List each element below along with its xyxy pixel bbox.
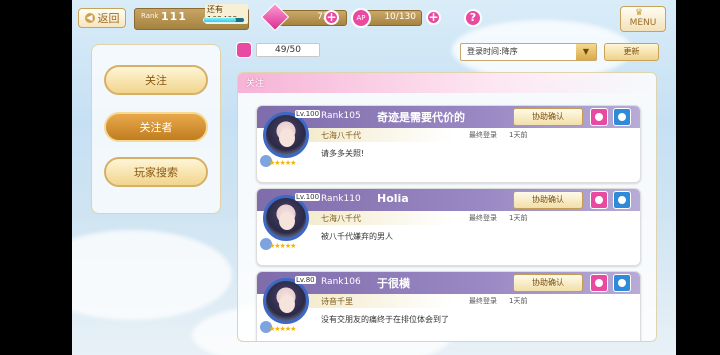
chevron-down-icon: ▼ [576, 44, 596, 60]
exp-bar-fill [204, 18, 236, 22]
avatar [263, 195, 309, 241]
player-rank: Rank106 [321, 277, 361, 287]
sidebar-item-player-search[interactable]: 玩家搜索 [104, 157, 208, 187]
back-arrow-icon: ◀ [84, 13, 95, 23]
block-icon[interactable] [613, 274, 631, 292]
level-label: Lv.100 [295, 193, 321, 201]
help-button[interactable]: ? [464, 9, 482, 27]
menu-button[interactable]: ♛ MENU [620, 6, 666, 32]
block-icon[interactable] [613, 191, 631, 209]
last-login-label: 最终登录 [469, 131, 497, 139]
game-screen: ◀ 返回 Rank 111 还有102495 7271 + AP 10/130 … [72, 0, 676, 355]
player-comment: 请多多关照! [321, 149, 365, 158]
gem-icon [260, 2, 290, 32]
player-card[interactable]: Lv.100 ★★★★★ Rank110 Holia 七海八千代 最终登录 1天… [256, 188, 641, 266]
rank-bar: Rank 111 还有102495 [134, 4, 249, 30]
add-ap-button[interactable]: + [426, 10, 441, 25]
level-label: Lv.100 [295, 110, 321, 118]
avatar-face [279, 212, 295, 230]
rank-value: 111 [161, 10, 187, 23]
ap-value: 10/130 [384, 12, 416, 22]
back-button[interactable]: ◀ 返回 [78, 8, 126, 28]
ap-counter: AP 10/130 [351, 8, 422, 28]
background-cloud [72, 230, 232, 320]
sort-dropdown[interactable]: 登录时间:降序 ▼ [460, 43, 597, 61]
assist-confirm-button[interactable]: 协助确认 [513, 191, 583, 209]
sort-label: 登录时间:降序 [467, 47, 518, 56]
follow-count-value: 49/50 [256, 43, 320, 57]
last-login-value: 1天前 [509, 131, 528, 139]
assist-confirm-button[interactable]: 协助确认 [513, 108, 583, 126]
last-login-label: 最终登录 [469, 297, 497, 305]
player-rank: Rank105 [321, 111, 361, 121]
player-rank: Rank110 [321, 194, 361, 204]
last-login-value: 1天前 [509, 214, 528, 222]
sidebar-item-label: 关注者 [139, 121, 173, 134]
level-label: Lv.80 [295, 276, 316, 284]
player-supporter: 七海八千代 [321, 214, 361, 223]
player-name: Holia [377, 192, 409, 205]
unfollow-icon[interactable] [590, 108, 608, 126]
rank-label: Rank [141, 12, 159, 20]
back-label: 返回 [97, 12, 120, 25]
sidebar: 关注 关注者 玩家搜索 [91, 44, 221, 214]
avatar-face [279, 129, 295, 147]
unfollow-icon[interactable] [590, 274, 608, 292]
player-name: 奇迹是需要代价的 [377, 111, 465, 124]
sidebar-item-label: 玩家搜索 [134, 166, 178, 179]
sidebar-item-followers[interactable]: 关注者 [104, 112, 208, 142]
add-gems-button[interactable]: + [324, 10, 339, 25]
ap-icon: AP [351, 8, 371, 28]
player-card[interactable]: Lv.80 ★★★★★ Rank106 于很横 诗音千里 最终登录 1天前 没有… [256, 271, 641, 341]
assist-confirm-button[interactable]: 协助确认 [513, 274, 583, 292]
list-header: 关注 [238, 73, 656, 93]
avatar-face [279, 295, 295, 313]
player-supporter: 诗音千里 [321, 297, 353, 306]
player-comment: 被八千代嫌弃的男人 [321, 232, 393, 241]
sidebar-item-follow[interactable]: 关注 [104, 65, 208, 95]
block-icon[interactable] [613, 108, 631, 126]
star-rating-icon: ★★★★★ [269, 242, 296, 250]
last-login-value: 1天前 [509, 297, 528, 305]
person-icon [236, 42, 252, 58]
player-comment: 没有交朋友的痛终于在排位体会到了 [321, 315, 449, 324]
refresh-button[interactable]: 更新 [604, 43, 659, 61]
crown-icon: ♛ [635, 8, 644, 18]
player-card[interactable]: Lv.100 ★★★★★ Rank105 奇迹是需要代价的 七海八千代 最终登录… [256, 105, 641, 183]
follow-list-panel: 关注 Lv.100 ★★★★★ Rank105 奇迹是需要代价的 七海八千代 最… [237, 72, 657, 342]
star-rating-icon: ★★★★★ [269, 159, 296, 167]
avatar [263, 278, 309, 324]
player-supporter: 七海八千代 [321, 131, 361, 140]
sidebar-item-label: 关注 [145, 74, 167, 87]
unfollow-icon[interactable] [590, 191, 608, 209]
star-rating-icon: ★★★★★ [269, 325, 296, 333]
menu-label: MENU [629, 18, 657, 28]
follow-count: 49/50 [236, 42, 320, 58]
last-login-label: 最终登录 [469, 214, 497, 222]
player-name: 于很横 [377, 277, 410, 290]
exp-bar [203, 17, 245, 23]
avatar [263, 112, 309, 158]
